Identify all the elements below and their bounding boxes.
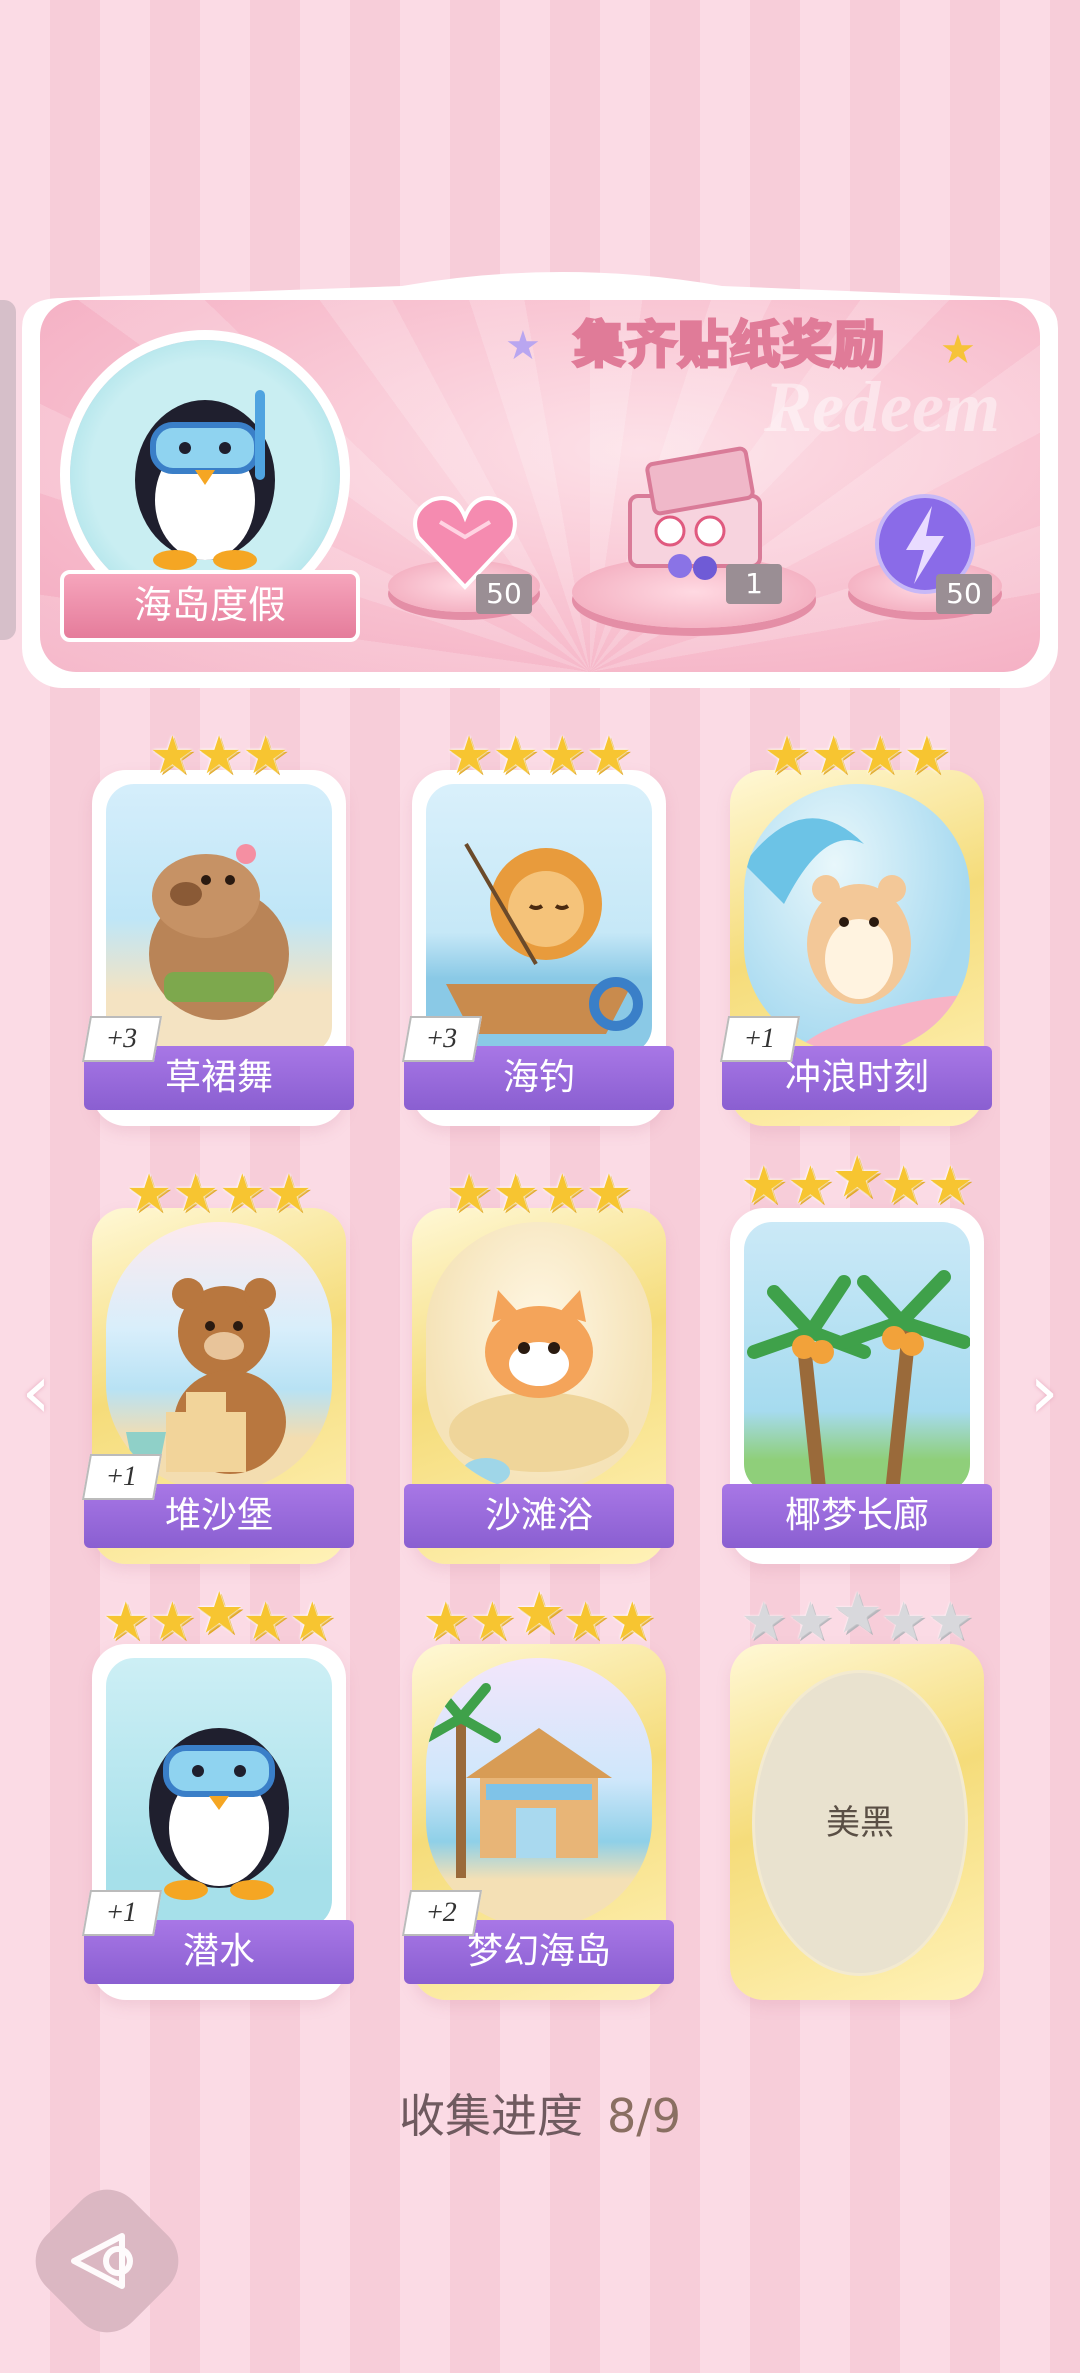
star-filled-icon: ★ [149,726,196,786]
duplicate-count-tag: +3 [401,1016,483,1062]
star-filled-icon: ★ [926,1156,974,1216]
star-filled-icon: ★ [172,1164,219,1224]
star-filled-icon: ★ [740,1156,788,1216]
star-filled-icon: ★ [102,1592,150,1652]
sticker-card[interactable]: 椰梦长廊 ★ ★ ★ ★ ★ [722,1149,992,1564]
star-empty-icon: ★ [880,1592,927,1652]
reward-count: 1 [726,564,782,604]
reward-count: 50 [476,574,532,614]
star-filled-icon: ★ [492,1164,539,1224]
star-rating: ★ ★ ★ ★ ★ [419,1585,659,1652]
star-rating: ★ ★ ★ ★ ★ [737,1585,977,1652]
star-filled-icon: ★ [445,1164,493,1224]
back-arrow-icon [71,2233,134,2289]
duplicate-count-tag: +1 [719,1016,801,1062]
bear-sandcastle-illustration [106,1222,332,1492]
sticker-card[interactable]: 梦幻海岛 +2 ★ ★ ★ ★ ★ [401,1585,674,2000]
star-filled-icon: ★ [265,1164,313,1224]
sticker-name: 沙滩浴 [404,1484,674,1548]
star-rating: ★ ★ ★ [147,730,291,782]
star-filled-icon: ★ [880,1156,927,1216]
back-button[interactable] [20,2174,194,2348]
star-rating: ★ ★ ★ ★ ★ [737,1149,977,1216]
star-filled-icon: ★ [608,1592,656,1652]
star-filled-icon: ★ [149,1592,196,1652]
lion-fishing-illustration [426,784,652,1054]
star-filled-icon: ★ [125,1164,173,1224]
coconut-palms-illustration [744,1222,970,1492]
theme-name-ribbon: 海岛度假 [60,570,360,642]
sticker-card[interactable]: 冲浪时刻 +1 ★ ★ ★ ★ [719,730,992,1126]
star-filled-icon: ★ [585,726,633,786]
collection-progress: 收集进度 8/9 [0,2080,1080,2146]
duplicate-count-tag: +3 [81,1016,163,1062]
previous-page-arrow-icon[interactable]: ‹ [12,1352,60,1432]
reward-count: 50 [936,574,992,614]
sticker-card[interactable]: 堆沙堡 +1 ★ ★ ★ ★ [81,1168,354,1564]
star-rating: ★ ★ ★ ★ [761,730,953,782]
capybara-hula-illustration [106,784,332,1054]
star-filled-icon: ★ [585,1164,633,1224]
star-filled-icon: ★ [288,1592,336,1652]
star-empty-icon: ★ [926,1592,974,1652]
progress-value: 8/9 [606,2089,682,2143]
star-filled-icon: ★ [903,726,951,786]
star-filled-icon: ★ [513,1581,565,1647]
star-filled-icon: ★ [242,726,289,786]
star-filled-icon: ★ [242,1592,289,1652]
star-filled-icon: ★ [492,726,539,786]
sticker-card[interactable]: 潜水 +1 ★ ★ ★ ★ ★ [81,1585,354,2000]
star-filled-icon: ★ [469,1592,516,1652]
star-empty-icon: ★ [831,1581,883,1647]
star-filled-icon: ★ [539,726,586,786]
cat-sand-bath-illustration [426,1222,652,1492]
star-filled-icon: ★ [857,726,904,786]
duplicate-count-tag: +2 [401,1890,483,1936]
star-filled-icon: ★ [562,1592,609,1652]
star-filled-icon: ★ [195,726,243,786]
star-rating: ★ ★ ★ ★ [123,1168,315,1220]
star-rating: ★ ★ ★ ★ [443,1168,635,1220]
star-filled-icon: ★ [539,1164,586,1224]
side-drawer-handle[interactable] [0,300,16,640]
progress-label: 收集进度 [398,2089,583,2143]
locked-sticker-name: 美黑 [752,1670,968,1976]
star-filled-icon: ★ [831,1145,883,1211]
penguin-diving-illustration [106,1658,332,1928]
next-page-arrow-icon[interactable]: › [1020,1352,1068,1432]
banner-title: 集齐贴纸奖励 [573,315,886,376]
star-filled-icon: ★ [422,1592,470,1652]
sticker-card-locked[interactable]: 美黑 ★ ★ ★ ★ ★ [730,1585,984,2000]
star-empty-icon: ★ [740,1592,788,1652]
star-filled-icon: ★ [810,726,857,786]
star-rating: ★ ★ ★ ★ ★ [99,1585,339,1652]
sparkle-star-icon: ★ [940,327,976,373]
duplicate-count-tag: +1 [81,1454,163,1500]
sticker-card[interactable]: 沙滩浴 ★ ★ ★ ★ [404,1168,674,1564]
sticker-card[interactable]: 草裙舞 +3 ★ ★ ★ [81,730,354,1126]
sticker-name: 椰梦长廊 [722,1484,992,1548]
duplicate-count-tag: +1 [81,1890,163,1936]
star-filled-icon: ★ [763,726,811,786]
star-filled-icon: ★ [787,1156,834,1216]
star-rating: ★ ★ ★ ★ [443,730,635,782]
star-filled-icon: ★ [445,726,493,786]
island-hut-illustration [426,1658,652,1928]
star-empty-icon: ★ [787,1592,834,1652]
star-filled-icon: ★ [219,1164,266,1224]
penguin-icon [135,390,275,570]
hamster-surfing-illustration [744,784,970,1054]
sticker-card[interactable]: 海钓 +3 ★ ★ ★ ★ [401,730,674,1126]
star-filled-icon: ★ [193,1581,245,1647]
